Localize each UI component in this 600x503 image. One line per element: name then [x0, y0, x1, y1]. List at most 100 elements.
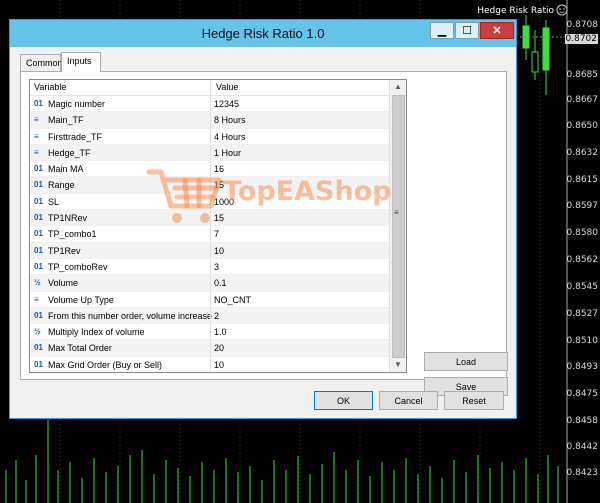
variable-name: Volume [48, 278, 79, 289]
table-row[interactable]: 01 Main MA 16 [30, 161, 390, 178]
variable-value[interactable]: 16 [214, 164, 224, 174]
price-axis-label: 0.8562 [566, 255, 599, 265]
integer-type-icon: 01 [34, 164, 43, 174]
table-row[interactable]: ½ Multiply Index of volume 1.0 [30, 324, 390, 341]
table-row[interactable]: 01 Max Total Order 20 [30, 340, 390, 357]
variable-value[interactable]: 10 [214, 360, 224, 370]
dialog-titlebar[interactable]: Hedge Risk Ratio 1.0 ▁ ☐ ✕ [10, 20, 516, 47]
table-row[interactable]: 01 From this number order, volume increas… [30, 307, 390, 325]
variable-name: SL [48, 196, 60, 207]
integer-type-icon: 01 [34, 213, 43, 223]
variable-value[interactable]: 3 [214, 262, 219, 272]
variable-name: TP_combo1 [48, 229, 97, 240]
table-row[interactable]: 01 TP1Rev 10 [30, 242, 390, 259]
variable-name: Firsttrade_TF [48, 131, 103, 142]
header-value[interactable]: Value [216, 82, 238, 92]
table-row[interactable]: 01 Range 15 [30, 177, 390, 194]
maximize-button[interactable]: ☐ [455, 22, 479, 39]
variable-value[interactable]: 1 Hour [214, 148, 241, 158]
expert-properties-dialog: Hedge Risk Ratio 1.0 ▁ ☐ ✕ Common Inputs… [9, 19, 517, 419]
price-axis-label: 0.8442 [566, 442, 599, 452]
column-separator [210, 112, 211, 128]
table-row[interactable]: ≡ Hedge_TF 1 Hour [30, 144, 390, 162]
column-separator [210, 356, 211, 372]
variable-value[interactable]: 4 Hours [214, 132, 246, 142]
price-axis-label: 0.8667 [566, 95, 599, 105]
column-separator [210, 210, 211, 226]
header-separator[interactable] [210, 80, 211, 95]
table-row[interactable]: 01 TP1NRev 15 [30, 210, 390, 227]
price-axis-label: 0.8493 [566, 362, 599, 372]
variable-value[interactable]: 15 [214, 180, 224, 190]
variable-value[interactable]: 8 Hours [214, 115, 246, 125]
chart-indicator-title: Hedge Risk Ratio [477, 6, 554, 16]
minimize-button[interactable]: ▁ [430, 22, 454, 39]
variable-name: Hedge_TF [48, 147, 91, 158]
column-separator [210, 128, 211, 144]
column-separator [210, 291, 211, 307]
smile-icon[interactable] [556, 4, 568, 16]
table-row[interactable]: ≡ Main_TF 8 Hours [30, 112, 390, 129]
reset-button[interactable]: Reset [444, 391, 504, 410]
integer-type-icon: 01 [34, 99, 43, 108]
price-axis-label: 0.8423 [566, 468, 599, 478]
ok-button[interactable]: OK [314, 391, 373, 410]
price-axis-label: 0.8597 [566, 201, 599, 211]
scroll-down-icon[interactable]: ▼ [390, 358, 406, 372]
scrollbar-thumb[interactable] [392, 95, 405, 358]
table-row[interactable]: ≡ Firsttrade_TF 4 Hours [30, 128, 390, 145]
price-axis-label: 0.8650 [566, 121, 599, 131]
table-row[interactable]: 01 Max Grid Order (Buy or Sell) 10 [30, 356, 390, 372]
variable-name: Multiply Index of volume [48, 327, 145, 338]
tab-common[interactable]: Common [20, 54, 63, 71]
column-separator [210, 258, 211, 275]
price-axis-label: 0.8458 [566, 416, 599, 426]
table-row[interactable]: 01 TP_combo1 7 [30, 226, 390, 243]
load-button[interactable]: Load [424, 352, 508, 371]
variable-value[interactable]: 15 [214, 213, 224, 223]
column-separator [210, 144, 211, 161]
tab-inputs[interactable]: Inputs [61, 52, 101, 72]
variable-value[interactable]: 2 [214, 311, 219, 321]
column-separator [210, 96, 211, 112]
variable-value[interactable]: 12345 [214, 99, 239, 109]
header-variable[interactable]: Variable [34, 82, 66, 92]
variable-value[interactable]: 7 [214, 229, 219, 239]
variable-value[interactable]: 1000 [214, 197, 234, 207]
integer-type-icon: 01 [34, 359, 43, 369]
integer-type-icon: 01 [34, 245, 43, 255]
price-axis-label: 0.8632 [566, 148, 599, 158]
double-type-icon: ½ [34, 278, 41, 288]
variable-name: Main_TF [48, 115, 84, 126]
price-axis-label: 0.8545 [566, 282, 599, 292]
table-rows: 01 Magic number 12345 ≡ Main_TF 8 Hours ≡ First… [30, 96, 390, 372]
variable-value[interactable]: NO_CNT [214, 295, 251, 305]
variable-value[interactable]: 1.0 [214, 327, 227, 337]
integer-type-icon: 01 [34, 310, 43, 320]
column-separator [210, 161, 211, 177]
table-row[interactable]: 01 Magic number 12345 [30, 96, 390, 113]
column-separator [210, 242, 211, 258]
variable-value[interactable]: 0.1 [214, 278, 227, 288]
variable-value[interactable]: 10 [214, 246, 224, 256]
table-row[interactable]: 01 TP_comboRev 3 [30, 258, 390, 276]
integer-type-icon: 01 [34, 343, 43, 353]
column-separator [210, 307, 211, 324]
price-axis-label: 0.8708 [566, 20, 599, 30]
table-row[interactable]: ≡ Volume Up Type NO_CNT [30, 291, 390, 308]
column-separator [210, 275, 211, 291]
variable-name: TP1NRev [48, 213, 88, 224]
enum-type-icon: ≡ [34, 131, 39, 141]
integer-type-icon: 01 [34, 229, 43, 239]
close-button[interactable]: ✕ [480, 22, 514, 39]
price-axis-label: 0.8475 [566, 389, 599, 399]
scroll-up-icon[interactable]: ▲ [390, 80, 406, 94]
variable-name: Range [48, 180, 75, 191]
cancel-button[interactable]: Cancel [379, 391, 438, 410]
column-separator [210, 340, 211, 356]
vertical-scrollbar[interactable]: ▲ ≡ ▼ [389, 80, 406, 372]
table-row[interactable]: 01 SL 1000 [30, 193, 390, 211]
enum-type-icon: ≡ [34, 147, 39, 157]
table-row[interactable]: ½ Volume 0.1 [30, 275, 390, 292]
variable-value[interactable]: 20 [214, 343, 224, 353]
